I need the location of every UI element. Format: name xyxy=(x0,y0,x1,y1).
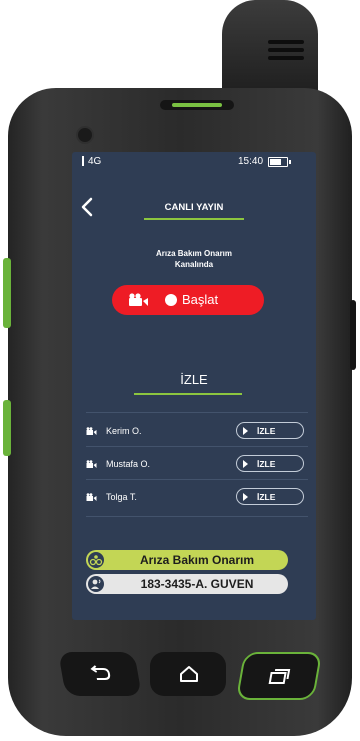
speaker-grille xyxy=(268,40,304,66)
recent-apps-key[interactable] xyxy=(235,652,323,700)
watch-button-label: İZLE xyxy=(257,426,276,436)
side-button-right[interactable] xyxy=(350,300,356,370)
list-divider xyxy=(86,479,308,480)
camera-icon xyxy=(86,493,97,501)
watch-button[interactable]: İZLE xyxy=(236,488,304,505)
list-item: Kerim O. İZLE xyxy=(72,420,316,444)
watch-underline xyxy=(134,393,242,395)
title-underline xyxy=(144,218,244,220)
watch-button-label: İZLE xyxy=(257,459,276,469)
watch-heading: İZLE xyxy=(180,372,208,387)
start-broadcast-button[interactable]: Başlat xyxy=(112,285,264,315)
battery-icon xyxy=(268,157,291,167)
watch-button[interactable]: İZLE xyxy=(236,422,304,439)
list-item: Tolga T. İZLE xyxy=(72,486,316,510)
user-pill-label: 183-3435-A. GUVEN xyxy=(140,577,254,591)
list-divider xyxy=(86,516,308,517)
play-icon xyxy=(243,460,248,468)
earpiece-accent xyxy=(172,103,222,107)
back-arrow-icon[interactable] xyxy=(78,196,96,218)
camera-icon xyxy=(86,460,97,468)
signal-icon xyxy=(82,156,84,166)
watch-button[interactable]: İZLE xyxy=(236,455,304,472)
page-title: CANLI YAYIN xyxy=(164,202,224,213)
user-icon xyxy=(88,576,104,592)
list-divider xyxy=(86,446,308,447)
video-camera-icon xyxy=(128,293,152,307)
channel-caption: Arıza Bakım Onarım Kanalında xyxy=(112,248,276,270)
user-pill[interactable]: 183-3435-A. GUVEN xyxy=(86,574,288,594)
watch-button-label: İZLE xyxy=(257,492,276,502)
list-item: Mustafa O. İZLE xyxy=(72,453,316,477)
broadcaster-name: Kerim O. xyxy=(106,426,142,436)
list-divider xyxy=(86,412,308,413)
phone-screen: 4G 15:40 CANLI YAYIN Arıza Bakım Onarım … xyxy=(72,152,316,620)
broadcaster-name: Tolga T. xyxy=(106,492,137,502)
play-icon xyxy=(243,427,248,435)
channel-icon xyxy=(88,552,104,568)
broadcaster-name: Mustafa O. xyxy=(106,459,151,469)
play-icon xyxy=(243,493,248,501)
start-label: Başlat xyxy=(182,292,219,307)
channel-name: Arıza Bakım Onarım xyxy=(155,249,233,258)
front-camera xyxy=(76,126,94,144)
back-key[interactable] xyxy=(58,652,142,696)
status-time: 15:40 xyxy=(238,156,264,167)
channel-pill[interactable]: Arıza Bakım Onarım xyxy=(86,550,288,570)
home-key[interactable] xyxy=(150,652,226,696)
side-button-left-upper[interactable] xyxy=(3,258,11,328)
network-type: 4G xyxy=(88,156,102,167)
channel-pill-label: Arıza Bakım Onarım xyxy=(139,553,255,567)
channel-suffix: Kanalında xyxy=(174,260,214,269)
side-button-left-lower[interactable] xyxy=(3,400,11,456)
status-bar: 4G 15:40 xyxy=(72,152,316,174)
record-dot-icon xyxy=(165,294,177,306)
camera-icon xyxy=(86,427,97,435)
